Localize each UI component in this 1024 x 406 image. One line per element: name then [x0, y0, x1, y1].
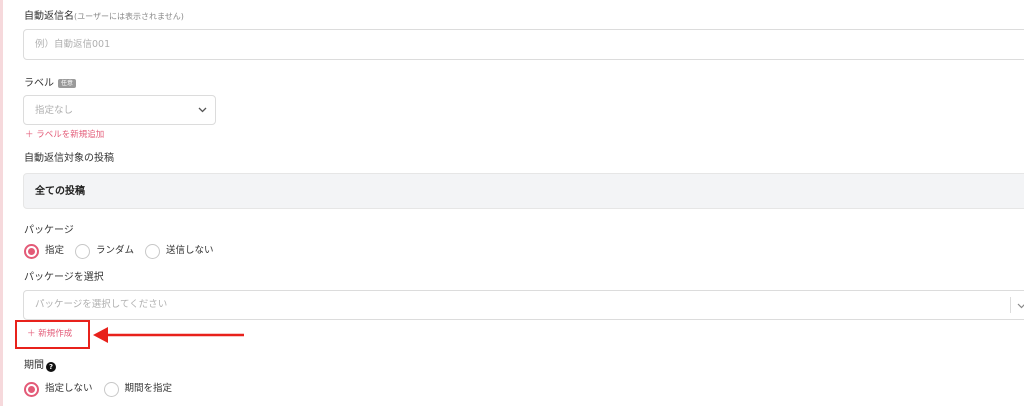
name-field-hint: (ユーザーには表示されません): [74, 12, 184, 21]
period-option-none[interactable]: 指定しない: [24, 381, 93, 397]
label-select[interactable]: 指定なし: [23, 95, 216, 125]
chevron-down-icon: [198, 107, 207, 113]
package-label: パッケージ: [24, 225, 74, 236]
auto-reply-name-input[interactable]: 例）自動返信001: [23, 29, 1024, 60]
package-select-placeholder: パッケージを選択してください: [35, 299, 168, 310]
left-accent-rule: [0, 0, 3, 406]
name-field-label: 自動返信名(ユーザーには表示されません): [24, 11, 184, 22]
radio-unselected-icon: [75, 243, 91, 259]
target-post-select[interactable]: 全ての投稿: [23, 173, 1024, 209]
add-label-link[interactable]: ＋ ラベルを新規追加: [25, 129, 104, 141]
radio-unselected-icon: [145, 243, 161, 259]
label-select-value: 指定なし: [35, 105, 74, 116]
auto-reply-name-placeholder: 例）自動返信001: [35, 39, 111, 50]
package-select-label: パッケージを選択: [24, 272, 104, 283]
annotation-highlight-box: [15, 320, 90, 349]
select-divider: [1010, 297, 1011, 313]
radio-selected-icon: [24, 243, 39, 259]
period-radio-group: 指定しない 期間を指定: [24, 381, 183, 397]
package-radio-group: 指定 ランダム 送信しない: [24, 243, 225, 259]
package-option-specified[interactable]: 指定: [24, 243, 64, 259]
optional-badge: 任意: [58, 79, 77, 88]
period-option-specify[interactable]: 期間を指定: [103, 381, 172, 397]
package-option-random[interactable]: ランダム: [75, 243, 134, 259]
target-post-value: 全ての投稿: [35, 186, 85, 197]
radio-selected-icon: [24, 381, 39, 397]
period-label: 期間?: [24, 359, 56, 373]
annotation-arrow: [93, 327, 244, 343]
package-option-none[interactable]: 送信しない: [145, 243, 214, 259]
label-field-label: ラベル 任意: [24, 77, 77, 91]
radio-unselected-icon: [103, 381, 119, 397]
help-icon[interactable]: ?: [46, 362, 56, 372]
package-select[interactable]: パッケージを選択してください: [23, 290, 1024, 320]
chevron-down-icon: [1017, 303, 1024, 309]
target-post-label: 自動返信対象の投稿: [24, 153, 114, 164]
